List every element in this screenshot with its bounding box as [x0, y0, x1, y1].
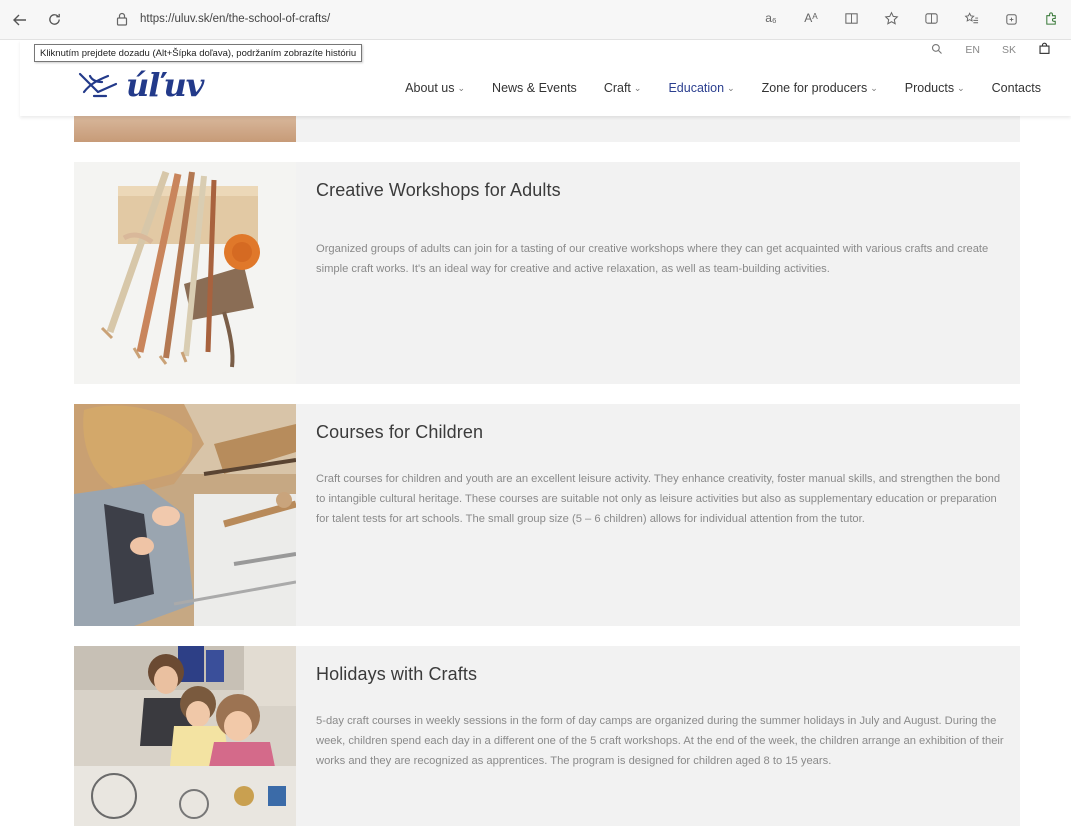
bird-logo-icon — [78, 72, 118, 98]
utility-bar: EN SK — [931, 40, 1051, 60]
nav-education[interactable]: Education ⌄ — [668, 81, 734, 95]
site-logo[interactable]: úľuv — [76, 66, 204, 104]
card-title: Courses for Children — [316, 422, 484, 442]
collections-button[interactable] — [1001, 8, 1021, 28]
split-screen-icon — [924, 12, 938, 24]
card-body: Organized groups of adults can join for … — [316, 243, 989, 275]
translate-icon: a₆ — [765, 11, 777, 25]
nav-label: News & Events — [492, 81, 577, 95]
previous-card-image — [74, 116, 296, 142]
card-body: 5-day craft courses in weekly sessions i… — [316, 715, 1004, 767]
chevron-down-icon: ⌄ — [633, 82, 642, 93]
nav-news-events[interactable]: News & Events — [492, 81, 577, 95]
lock-icon — [116, 12, 128, 26]
card-image-weaving — [74, 162, 296, 384]
card-holidays-with-crafts: Holidays with Crafts 5-day craft courses… — [74, 646, 1020, 826]
chevron-down-icon: ⌄ — [957, 82, 965, 93]
star-icon — [884, 10, 898, 25]
extension-icon — [1045, 11, 1056, 25]
card-text: Holidays with Crafts 5-day craft courses… — [316, 664, 1006, 771]
url-text: https://uluv.sk/en/the-school-of-crafts/ — [140, 13, 331, 25]
search-button[interactable] — [931, 43, 943, 58]
nav-label: Products — [904, 81, 955, 95]
nav-label: About us — [405, 81, 455, 95]
chevron-down-icon: ⌄ — [457, 82, 466, 93]
nav-craft[interactable]: Craft ⌄ — [604, 81, 642, 95]
back-button-tooltip: Kliknutím prejdete dozadu (Alt+Šípka doľ… — [34, 44, 363, 62]
extensions-button[interactable] — [1041, 8, 1061, 28]
card-text: Creative Workshops for Adults Organized … — [316, 180, 1006, 279]
nav-about-us[interactable]: About us ⌄ — [405, 81, 465, 95]
refresh-icon — [48, 13, 60, 25]
read-aloud-icon: Aᴬ — [804, 11, 818, 25]
favorites-button[interactable] — [961, 8, 981, 28]
browser-tools: a₆ Aᴬ — [761, 8, 1061, 28]
address-bar[interactable]: https://uluv.sk/en/the-school-of-crafts/ — [100, 5, 620, 33]
cart-button[interactable] — [1038, 42, 1051, 58]
card-image-child-crafting — [74, 404, 296, 626]
language-sk[interactable]: SK — [1002, 44, 1016, 56]
reading-view-button[interactable] — [841, 8, 861, 28]
previous-card-partial — [74, 116, 1020, 142]
language-en[interactable]: EN — [965, 44, 980, 56]
card-body: Craft courses for children and youth are… — [316, 473, 1001, 525]
main-navigation: About us ⌄ News & Events Craft ⌄ Education… — [405, 81, 1041, 95]
nav-zone-for-producers[interactable]: Zone for producers ⌄ — [762, 81, 878, 95]
card-courses-for-children: Courses for Children Craft courses for c… — [74, 404, 1020, 626]
split-screen-button[interactable] — [921, 8, 941, 28]
favorite-button[interactable] — [881, 8, 901, 28]
card-text: Courses for Children Craft courses for c… — [316, 422, 1006, 529]
search-icon — [932, 43, 943, 54]
nav-label: Education — [668, 81, 725, 95]
arrow-left-icon — [13, 14, 26, 25]
card-creative-workshops: Creative Workshops for Adults Organized … — [74, 162, 1020, 384]
logo-text: úľuv — [126, 66, 204, 104]
nav-label: Craft — [603, 81, 631, 95]
nav-label: Contacts — [991, 81, 1041, 95]
nav-label: Zone for producers — [761, 81, 868, 95]
reading-view-icon — [844, 12, 858, 24]
card-title: Holidays with Crafts — [316, 664, 478, 684]
refresh-button[interactable] — [40, 6, 68, 34]
read-aloud-button[interactable]: Aᴬ — [801, 8, 821, 28]
nav-contacts[interactable]: Contacts — [992, 81, 1041, 95]
browser-toolbar: https://uluv.sk/en/the-school-of-crafts/… — [0, 0, 1071, 40]
card-title: Creative Workshops for Adults — [316, 180, 561, 200]
chevron-down-icon: ⌄ — [727, 82, 735, 93]
favorites-list-icon — [964, 11, 978, 23]
translate-button[interactable]: a₆ — [761, 8, 781, 28]
collections-icon — [1005, 13, 1017, 25]
nav-products[interactable]: Products ⌄ — [905, 81, 965, 95]
shopping-bag-icon — [1039, 42, 1050, 54]
weaving-photo — [74, 162, 296, 384]
card-image-children-workshop — [74, 646, 296, 826]
child-crafting-photo — [74, 404, 296, 626]
children-workshop-photo — [74, 646, 296, 826]
chevron-down-icon: ⌄ — [870, 82, 878, 93]
back-button[interactable] — [6, 6, 34, 34]
